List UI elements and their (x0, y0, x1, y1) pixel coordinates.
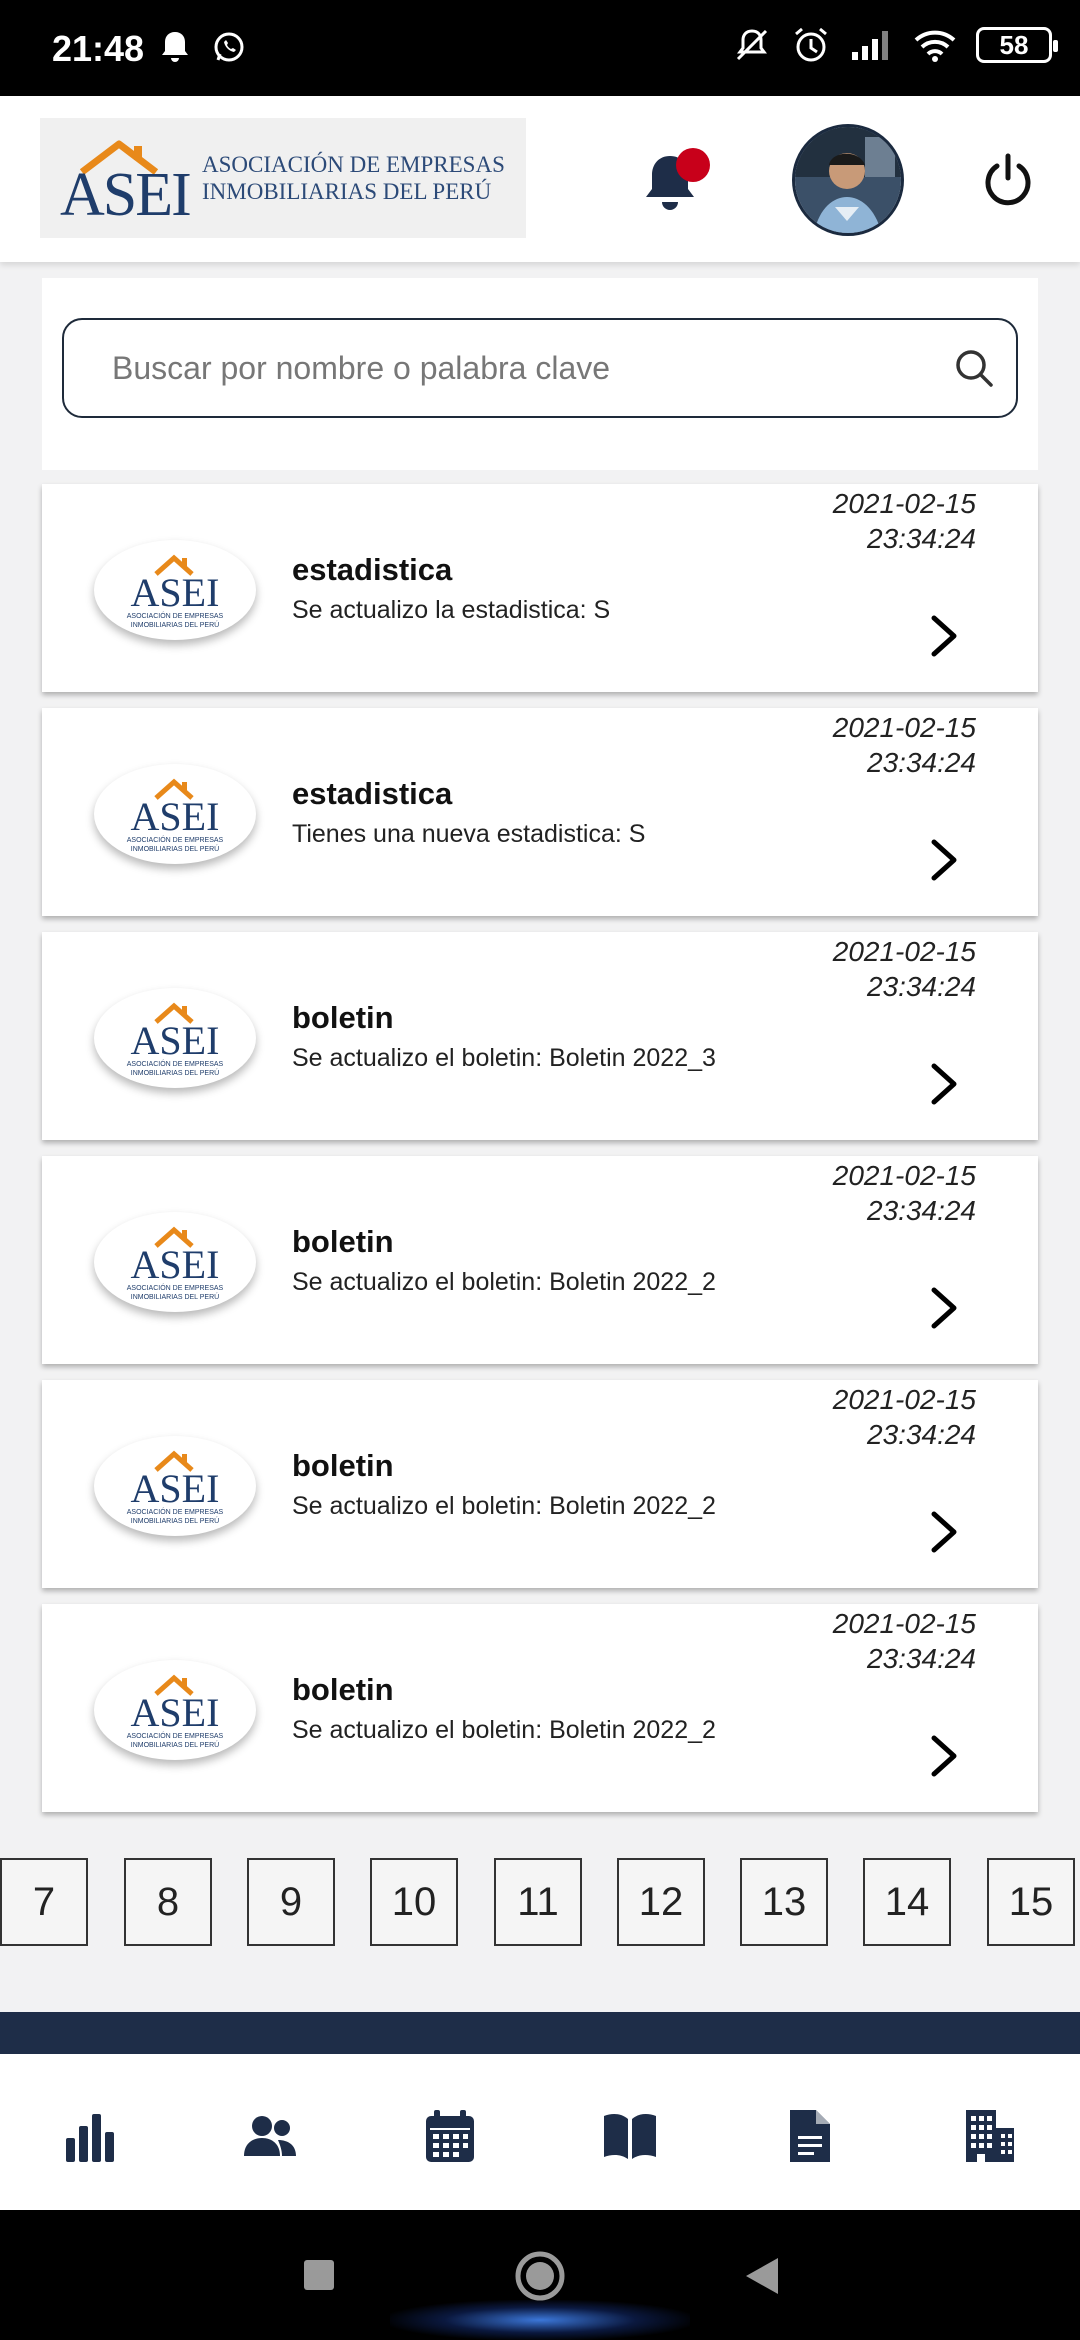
asei-logo-icon: ASEI ASOCIACIÓN DE EMPRESAS INMOBILIARIA… (94, 764, 256, 864)
wifi-icon (914, 30, 956, 62)
page-button[interactable]: 15 (987, 1858, 1075, 1946)
app-header: ASEI ASOCIACIÓN DE EMPRESAS INMOBILIARIA… (0, 96, 1080, 262)
notification-item[interactable]: ASEI ASOCIACIÓN DE EMPRESAS INMOBILIARIA… (42, 484, 1038, 692)
bottom-nav-band (0, 2012, 1080, 2054)
asei-logo-icon: ASEI ASOCIACIÓN DE EMPRESAS INMOBILIARIA… (94, 1436, 256, 1536)
document-icon[interactable] (780, 2106, 840, 2166)
status-bar: 21:48 58 (0, 0, 1080, 96)
chevron-right-icon[interactable] (928, 1060, 960, 1108)
notification-timestamp: 2021-02-15 23:34:24 (832, 1384, 976, 1450)
notification-description: Se actualizo el boletin: Boletin 2022_3 (292, 1044, 716, 1072)
page-button[interactable]: 13 (740, 1858, 828, 1946)
users-icon[interactable] (240, 2106, 300, 2166)
mute-vibrate-icon (736, 29, 768, 61)
logo-line-2: INMOBILIARIAS DEL PERÚ (202, 179, 492, 204)
search-card (42, 278, 1038, 470)
power-icon[interactable] (980, 152, 1036, 208)
notification-badge (676, 148, 710, 182)
calendar-icon[interactable] (420, 2106, 480, 2166)
home-icon[interactable] (514, 2250, 566, 2302)
signal-icon (852, 31, 888, 60)
notification-timestamp: 2021-02-15 23:34:24 (832, 712, 976, 778)
logo-line-1: ASOCIACIÓN DE EMPRESAS (202, 152, 505, 177)
page-button[interactable]: 7 (0, 1858, 88, 1946)
notification-title: boletin (292, 1000, 394, 1035)
svg-text:ASOCIACIÓN DE EMPRESAS: ASOCIACIÓN DE EMPRESAS (127, 1731, 224, 1740)
svg-text:ASEI: ASEI (131, 1242, 220, 1287)
svg-text:ASOCIACIÓN DE EMPRESAS: ASOCIACIÓN DE EMPRESAS (127, 835, 224, 844)
nav-glow (390, 2300, 690, 2340)
search-input[interactable] (62, 318, 1018, 418)
notification-title: estadistica (292, 776, 453, 811)
page-button[interactable]: 12 (617, 1858, 705, 1946)
system-navigation-bar (0, 2210, 1080, 2340)
svg-text:ASEI: ASEI (131, 1018, 220, 1063)
notification-timestamp: 2021-02-15 23:34:24 (832, 1160, 976, 1226)
notification-list: ASEI ASOCIACIÓN DE EMPRESAS INMOBILIARIA… (42, 484, 1038, 1828)
svg-text:ASOCIACIÓN DE EMPRESAS: ASOCIACIÓN DE EMPRESAS (127, 1283, 224, 1292)
asei-logo-icon: ASEI ASOCIACIÓN DE EMPRESAS INMOBILIARIA… (94, 988, 256, 1088)
notification-timestamp: 2021-02-15 23:34:24 (832, 488, 976, 554)
pagination: 7 8 9 10 11 12 13 14 15 (0, 1858, 1080, 1946)
svg-text:INMOBILIARIAS DEL PERÚ: INMOBILIARIAS DEL PERÚ (131, 1740, 219, 1749)
page-button[interactable]: 11 (494, 1858, 582, 1946)
bottom-nav (0, 2054, 1080, 2210)
notification-item[interactable]: ASEI ASOCIACIÓN DE EMPRESAS INMOBILIARIA… (42, 1604, 1038, 1812)
recents-icon[interactable] (302, 2258, 336, 2292)
notification-description: Tienes una nueva estadistica: S (292, 820, 646, 848)
notification-description: Se actualizo la estadistica: S (292, 596, 611, 624)
svg-text:ASEI: ASEI (131, 1690, 220, 1735)
notification-item[interactable]: ASEI ASOCIACIÓN DE EMPRESAS INMOBILIARIA… (42, 708, 1038, 916)
notification-description: Se actualizo el boletin: Boletin 2022_2 (292, 1268, 716, 1296)
chevron-right-icon[interactable] (928, 1508, 960, 1556)
alarm-icon (795, 27, 827, 62)
svg-text:INMOBILIARIAS DEL PERÚ: INMOBILIARIAS DEL PERÚ (131, 620, 219, 629)
svg-text:ASOCIACIÓN DE EMPRESAS: ASOCIACIÓN DE EMPRESAS (127, 1507, 224, 1516)
page-button[interactable]: 10 (370, 1858, 458, 1946)
svg-text:ASEI: ASEI (131, 794, 220, 839)
asei-logo-icon: ASEI ASOCIACIÓN DE EMPRESAS INMOBILIARIA… (94, 1212, 256, 1312)
notification-description: Se actualizo el boletin: Boletin 2022_2 (292, 1492, 716, 1520)
chevron-right-icon[interactable] (928, 612, 960, 660)
status-time: 21:48 (52, 28, 145, 69)
avatar[interactable] (792, 124, 904, 236)
notification-item[interactable]: ASEI ASOCIACIÓN DE EMPRESAS INMOBILIARIA… (42, 1156, 1038, 1364)
chevron-right-icon[interactable] (928, 1732, 960, 1780)
svg-text:INMOBILIARIAS DEL PERÚ: INMOBILIARIAS DEL PERÚ (131, 1068, 219, 1077)
notification-title: boletin (292, 1672, 394, 1707)
asei-logo-icon: ASEI ASOCIACIÓN DE EMPRESAS INMOBILIARIA… (94, 1660, 256, 1760)
notification-description: Se actualizo el boletin: Boletin 2022_2 (292, 1716, 716, 1744)
notification-title: boletin (292, 1448, 394, 1483)
building-icon[interactable] (960, 2106, 1020, 2166)
book-icon[interactable] (600, 2106, 660, 2166)
notification-title: estadistica (292, 552, 453, 587)
notification-timestamp: 2021-02-15 23:34:24 (832, 1608, 976, 1674)
notification-timestamp: 2021-02-15 23:34:24 (832, 936, 976, 1002)
chevron-right-icon[interactable] (928, 1284, 960, 1332)
svg-text:ASEI: ASEI (131, 1466, 220, 1511)
chevron-right-icon[interactable] (928, 836, 960, 884)
back-icon[interactable] (744, 2256, 780, 2296)
svg-text:ASOCIACIÓN DE EMPRESAS: ASOCIACIÓN DE EMPRESAS (127, 1059, 224, 1068)
svg-text:ASOCIACIÓN DE EMPRESAS: ASOCIACIÓN DE EMPRESAS (127, 611, 224, 620)
chart-icon[interactable] (60, 2106, 120, 2166)
battery-icon: 58 (976, 27, 1058, 63)
asei-logo-icon: ASEI ASOCIACIÓN DE EMPRESAS INMOBILIARIA… (94, 540, 256, 640)
asei-logo: ASEI ASOCIACIÓN DE EMPRESAS INMOBILIARIA… (40, 118, 526, 238)
svg-text:INMOBILIARIAS DEL PERÚ: INMOBILIARIAS DEL PERÚ (131, 1292, 219, 1301)
svg-text:INMOBILIARIAS DEL PERÚ: INMOBILIARIAS DEL PERÚ (131, 1516, 219, 1525)
asei-logo-mark: ASEI (60, 138, 192, 229)
notif-logo-text: ASEI (131, 570, 220, 615)
notification-item[interactable]: ASEI ASOCIACIÓN DE EMPRESAS INMOBILIARIA… (42, 1380, 1038, 1588)
notification-item[interactable]: ASEI ASOCIACIÓN DE EMPRESAS INMOBILIARIA… (42, 932, 1038, 1140)
search-icon[interactable] (954, 348, 994, 388)
page-button[interactable]: 9 (247, 1858, 335, 1946)
notification-title: boletin (292, 1224, 394, 1259)
page-button[interactable]: 8 (124, 1858, 212, 1946)
bell-icon (162, 32, 188, 62)
page-button[interactable]: 14 (863, 1858, 951, 1946)
svg-text:INMOBILIARIAS DEL PERÚ: INMOBILIARIAS DEL PERÚ (131, 844, 219, 853)
whatsapp-icon (214, 32, 244, 62)
